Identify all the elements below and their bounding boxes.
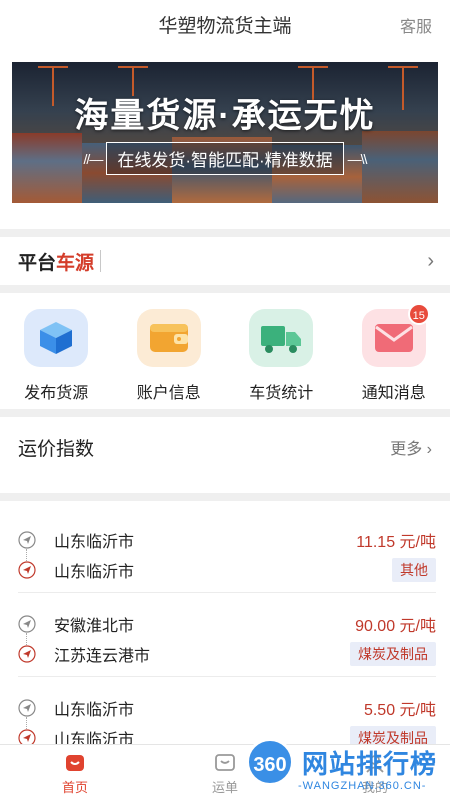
route-item[interactable]: 山东临沂市 11.15 元/吨 山东临沂市 其他 xyxy=(18,509,436,593)
route-origin: 山东临沂市 5.50 元/吨 xyxy=(18,693,436,723)
platform-vehicle-source-row[interactable]: 平台 车源 › xyxy=(0,237,450,285)
origin-pin-icon xyxy=(18,699,36,717)
banner-container: 海量货源·承运无忧 //— 在线发货·智能匹配·精准数据 —\\ xyxy=(0,48,450,229)
destination-city: 山东临沂市 xyxy=(54,564,135,581)
origin-pin-icon xyxy=(18,531,36,549)
vehicle-source-label: 车源 xyxy=(56,252,95,274)
banner-subline: //— 在线发货·智能匹配·精准数据 —\\ xyxy=(12,142,438,175)
home-icon xyxy=(66,755,84,771)
unread-count-badge: 15 xyxy=(407,303,430,325)
platform-label: 平台 xyxy=(18,252,57,274)
banner-headline: 海量货源·承运无忧 xyxy=(74,97,376,135)
watermark-title: 网站排行榜 xyxy=(302,749,438,779)
customer-service-button[interactable]: 客服 xyxy=(400,13,432,37)
route-destination: 江苏连云港市 煤炭及制品 xyxy=(18,639,436,669)
tab-label: 运单 xyxy=(211,780,238,795)
cargo-type-tag: 其他 xyxy=(392,558,436,582)
account-info-button[interactable]: 账户信息 xyxy=(121,309,216,409)
route-list: 山东临沂市 11.15 元/吨 山东临沂市 其他 安徽淮北市 90.00 元/吨… xyxy=(0,501,450,765)
wallet-icon xyxy=(136,309,201,367)
promo-banner[interactable]: 海量货源·承运无忧 //— 在线发货·智能匹配·精准数据 —\\ xyxy=(12,62,438,203)
box-icon xyxy=(24,309,89,367)
tab-label: 首页 xyxy=(61,780,88,795)
freight-index-title: 运价指数 xyxy=(18,438,95,460)
grid-label: 通知消息 xyxy=(361,385,426,402)
publish-cargo-button[interactable]: 发布货源 xyxy=(9,309,104,409)
notifications-button[interactable]: 15 通知消息 xyxy=(346,303,441,409)
destination-pin-icon xyxy=(18,561,36,579)
app-header: 华塑物流货主端 客服 xyxy=(0,0,450,48)
freight-index-section: 运价指数 更多 › xyxy=(0,417,450,493)
destination-city: 江苏连云港市 xyxy=(54,648,151,665)
grid-label: 发布货源 xyxy=(24,385,89,402)
route-price: 11.15 元/吨 xyxy=(356,534,436,551)
truck-icon xyxy=(249,309,314,367)
divider xyxy=(100,250,102,272)
route-item[interactable]: 安徽淮北市 90.00 元/吨 江苏连云港市 煤炭及制品 xyxy=(18,593,436,677)
route-origin: 山东临沂市 11.15 元/吨 xyxy=(18,525,436,555)
route-destination: 山东临沂市 其他 xyxy=(18,555,436,585)
route-price: 90.00 元/吨 xyxy=(355,618,436,635)
grid-label: 车货统计 xyxy=(249,385,314,402)
banner-sub-text: 在线发货·智能匹配·精准数据 xyxy=(106,142,344,175)
route-price: 5.50 元/吨 xyxy=(363,702,436,719)
grid-label: 账户信息 xyxy=(136,385,201,402)
freight-index-header: 运价指数 更多 › xyxy=(0,417,450,477)
destination-pin-icon xyxy=(18,645,36,663)
more-button[interactable]: 更多 › xyxy=(390,435,432,459)
origin-city: 山东临沂市 xyxy=(54,534,135,551)
origin-city: 安徽淮北市 xyxy=(54,618,135,635)
origin-city: 山东临沂市 xyxy=(54,702,135,719)
banner-slash-right: —\\ xyxy=(347,150,368,167)
banner-slash-left: //— xyxy=(83,150,104,167)
envelope-icon: 15 xyxy=(361,303,430,367)
feature-grid: 发布货源 账户信息 车货统计 15 通知消息 xyxy=(0,293,450,409)
cargo-stats-button[interactable]: 车货统计 xyxy=(234,309,329,409)
origin-pin-icon xyxy=(18,615,36,633)
tab-home[interactable]: 首页 xyxy=(0,745,150,800)
site-watermark: 360 网站排行榜 -WANGZHAN.360.CN- xyxy=(236,734,450,800)
page-title: 华塑物流货主端 xyxy=(158,15,292,37)
watermark-logo: 360 xyxy=(246,738,294,786)
cargo-type-tag: 煤炭及制品 xyxy=(350,642,436,666)
waybill-icon xyxy=(215,754,235,771)
route-origin: 安徽淮北市 90.00 元/吨 xyxy=(18,609,436,639)
chevron-right-icon: › xyxy=(427,249,434,272)
watermark-subtitle: -WANGZHAN.360.CN- xyxy=(298,780,427,792)
